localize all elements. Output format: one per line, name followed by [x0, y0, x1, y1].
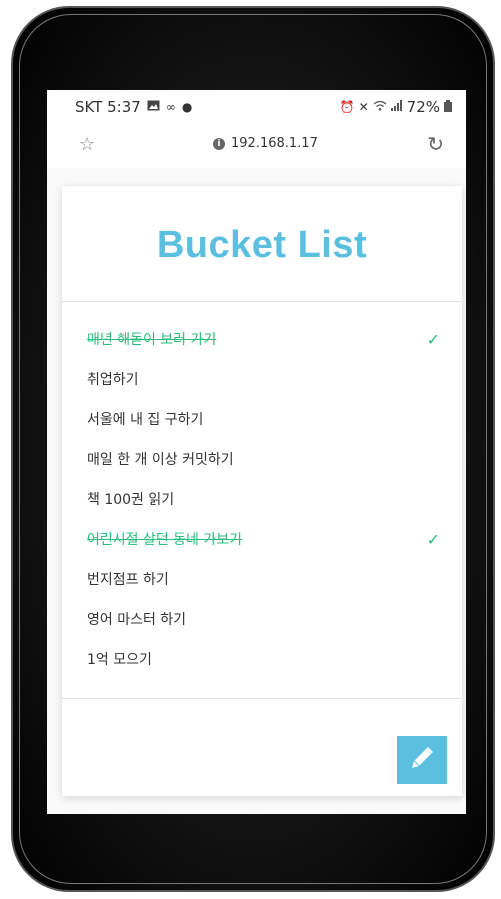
list-item-text: 번지점프 하기 [87, 572, 169, 588]
list-item[interactable]: 매일 한 개 이상 커밋하기 [62, 440, 462, 480]
status-time: SKT 5:37 [75, 98, 141, 116]
url-text: 192.168.1.17 [231, 136, 318, 151]
battery-percent: 72% [406, 98, 440, 116]
reload-icon[interactable]: ↻ [427, 132, 444, 156]
address-field[interactable]: i 192.168.1.17 [213, 136, 318, 151]
signal-icon [390, 100, 403, 114]
list-item[interactable]: 서울에 내 집 구하기 [62, 400, 462, 440]
bucket-list: 매년 해돋이 보러 가기 ✓ 취업하기 서울에 내 집 구하기 매일 한 개 이상… [62, 320, 462, 680]
chat-notification-icon: ● [181, 100, 193, 114]
list-item-text: 책 100권 읽기 [87, 492, 175, 508]
list-item[interactable]: 1억 모으기 [62, 640, 462, 680]
footer-divider [62, 698, 462, 699]
page-title: Bucket List [156, 224, 368, 266]
list-item[interactable]: 번지점프 하기 [62, 560, 462, 600]
list-item-text: 1억 모으기 [87, 652, 152, 668]
list-item-text: 매일 한 개 이상 커밋하기 [87, 452, 234, 468]
bucket-list-card: Bucket List 매년 해돋이 보러 가기 ✓ 취업하기 서울에 내 집 구… [62, 186, 462, 796]
battery-icon [444, 99, 452, 115]
list-item-text: 서울에 내 집 구하기 [87, 412, 204, 428]
site-info-icon[interactable]: i [213, 137, 225, 150]
phone-speaker [226, 48, 320, 57]
list-item[interactable]: 매년 해돋이 보러 가기 ✓ [62, 320, 462, 360]
list-item-text: 취업하기 [87, 372, 139, 388]
header-divider [62, 301, 462, 302]
list-item-text: 매년 해돋이 보러 가기 [87, 332, 217, 348]
status-bar: SKT 5:37 ∞ ● ⏰ ✕ 72% [47, 90, 466, 124]
edit-button[interactable] [397, 736, 447, 784]
list-item-text: 영어 마스터 하기 [87, 612, 187, 628]
bookmark-star-icon[interactable]: ☆ [79, 134, 95, 155]
link-notification-icon: ∞ [165, 100, 176, 114]
status-left: SKT 5:37 ∞ ● [75, 98, 192, 116]
list-item[interactable]: 영어 마스터 하기 [62, 600, 462, 640]
list-item-text: 어린시절 살던 동네 가보기 [87, 532, 243, 548]
pencil-icon [407, 743, 437, 777]
list-item[interactable]: 취업하기 [62, 360, 462, 400]
browser-url-bar: ☆ i 192.168.1.17 ↻ [47, 124, 466, 169]
wifi-icon [373, 100, 387, 114]
list-item[interactable]: 책 100권 읽기 [62, 480, 462, 520]
check-icon: ✓ [426, 330, 440, 349]
list-item[interactable]: 어린시절 살던 동네 가보기 ✓ [62, 520, 462, 560]
status-right: ⏰ ✕ 72% [340, 98, 452, 116]
gallery-notification-icon [147, 100, 160, 114]
mute-icon: ✕ [358, 100, 369, 114]
alarm-icon: ⏰ [339, 100, 355, 114]
check-icon: ✓ [426, 530, 440, 549]
phone-screen: SKT 5:37 ∞ ● ⏰ ✕ 72% ☆ i 192.168.1.17 ↻ … [47, 90, 466, 814]
